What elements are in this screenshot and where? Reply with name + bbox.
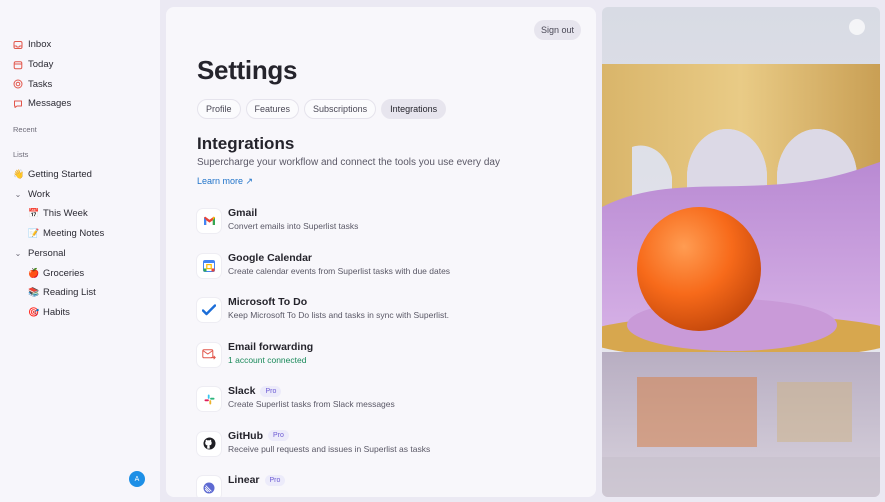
avatar[interactable]: A xyxy=(129,471,145,487)
integration-linear[interactable]: Linear Pro xyxy=(197,473,577,497)
settings-tabs: Profile Features Subscriptions Integrati… xyxy=(197,99,447,119)
sidebar-item-this-week[interactable]: 📅 This Week xyxy=(0,204,160,224)
github-icon xyxy=(197,431,221,456)
sidebar: Inbox Today Tasks Messages Recent Lists … xyxy=(0,0,160,502)
integration-name: GitHub xyxy=(228,429,263,442)
slack-icon xyxy=(197,387,221,411)
tasks-icon xyxy=(13,79,23,89)
apple-icon: 🍎 xyxy=(28,267,40,278)
chevron-down-icon[interactable]: ⌄ xyxy=(13,249,23,258)
sidebar-item-label: Reading List xyxy=(43,287,96,299)
target-icon: 🎯 xyxy=(28,306,40,317)
gmail-icon xyxy=(197,209,221,233)
google-calendar-icon xyxy=(197,253,221,278)
artwork-illustration xyxy=(602,7,880,497)
sidebar-item-label: Habits xyxy=(43,306,70,318)
messages-icon xyxy=(13,99,23,109)
lists-section-label: Lists xyxy=(13,150,29,160)
integration-name: Gmail xyxy=(228,207,258,219)
section-description: Supercharge your workflow and connect th… xyxy=(197,157,500,168)
learn-more-link[interactable]: Learn more ↗ xyxy=(197,176,253,187)
integration-description: Keep Microsoft To Do lists and tasks in … xyxy=(228,310,449,320)
tab-features[interactable]: Features xyxy=(245,99,300,119)
calendar-icon xyxy=(13,60,23,70)
pro-badge: Pro xyxy=(264,474,286,486)
inbox-icon xyxy=(13,40,23,50)
integration-name: Google Calendar xyxy=(228,251,313,264)
sidebar-group-work[interactable]: ⌄ Work xyxy=(0,184,160,204)
section-title: Integrations xyxy=(197,134,295,153)
sidebar-item-label: Getting Started xyxy=(28,169,92,181)
integration-google-calendar[interactable]: Google Calendar Create calendar events f… xyxy=(197,251,577,296)
waving-hand-icon: 👋 xyxy=(13,169,25,180)
tab-subscriptions[interactable]: Subscriptions xyxy=(304,99,377,119)
integration-description: Create calendar events from Superlist ta… xyxy=(228,265,451,276)
microsoft-todo-icon xyxy=(197,298,221,322)
sidebar-group-personal[interactable]: ⌄ Personal xyxy=(0,244,160,264)
calendar-emoji-icon: 📅 xyxy=(28,208,40,219)
page-title: Settings xyxy=(197,55,298,85)
integrations-list: Gmail Convert emails into Superlist task… xyxy=(197,206,577,497)
sidebar-item-label: Work xyxy=(28,188,50,200)
tab-integrations[interactable]: Integrations xyxy=(381,99,447,119)
tab-profile[interactable]: Profile xyxy=(197,99,241,119)
integration-name: Linear xyxy=(228,474,260,486)
integration-github[interactable]: GitHub Pro Receive pull requests and issu… xyxy=(197,429,577,474)
sidebar-item-meeting-notes[interactable]: 📝 Meeting Notes xyxy=(0,224,160,244)
sidebar-item-inbox[interactable]: Inbox xyxy=(0,35,160,55)
pro-badge: Pro xyxy=(260,385,282,397)
sidebar-item-label: Tasks xyxy=(28,78,53,90)
sidebar-item-label: This Week xyxy=(43,208,88,220)
linear-icon xyxy=(197,476,221,497)
sidebar-item-label: Inbox xyxy=(28,39,52,51)
integration-slack[interactable]: Slack Pro Create Superlist tasks from Sla… xyxy=(197,384,577,429)
sidebar-item-label: Meeting Notes xyxy=(43,228,105,240)
sidebar-item-label: Messages xyxy=(28,98,72,110)
integration-description: Convert emails into Superlist tasks xyxy=(228,221,359,231)
connection-status: 1 account connected xyxy=(228,354,307,365)
memo-icon: 📝 xyxy=(28,228,40,239)
sidebar-item-reading-list[interactable]: 📚 Reading List xyxy=(0,283,160,303)
settings-panel: Sign out Settings Profile Features Subsc… xyxy=(166,7,596,497)
sidebar-item-label: Personal xyxy=(28,247,66,259)
integration-gmail[interactable]: Gmail Convert emails into Superlist task… xyxy=(197,206,577,251)
sidebar-item-getting-started[interactable]: 👋 Getting Started xyxy=(0,165,160,185)
sidebar-item-label: Groceries xyxy=(43,267,85,279)
pro-badge: Pro xyxy=(268,430,289,441)
sidebar-item-habits[interactable]: 🎯 Habits xyxy=(0,303,160,323)
integration-email-forwarding[interactable]: Email forwarding 1 account connected xyxy=(197,340,577,385)
integration-microsoft-todo[interactable]: Microsoft To Do Keep Microsoft To Do lis… xyxy=(197,295,577,340)
books-icon: 📚 xyxy=(28,287,40,298)
sidebar-item-groceries[interactable]: 🍎 Groceries xyxy=(0,263,160,283)
integration-name: Microsoft To Do xyxy=(228,296,308,308)
recent-section-label: Recent xyxy=(13,125,37,135)
chevron-down-icon[interactable]: ⌄ xyxy=(13,190,23,199)
decorative-artwork xyxy=(602,7,880,497)
email-forward-icon xyxy=(197,342,221,367)
sign-out-button[interactable]: Sign out xyxy=(533,20,581,40)
sidebar-item-tasks[interactable]: Tasks xyxy=(0,74,160,94)
sidebar-item-messages[interactable]: Messages xyxy=(0,94,160,114)
integration-description: Receive pull requests and issues in Supe… xyxy=(228,443,431,454)
integration-description: Create Superlist tasks from Slack messag… xyxy=(228,399,395,409)
integration-name: Email forwarding xyxy=(228,340,314,353)
sidebar-item-label: Today xyxy=(28,59,54,71)
integration-name: Slack xyxy=(228,385,256,397)
sidebar-item-today[interactable]: Today xyxy=(0,55,160,75)
